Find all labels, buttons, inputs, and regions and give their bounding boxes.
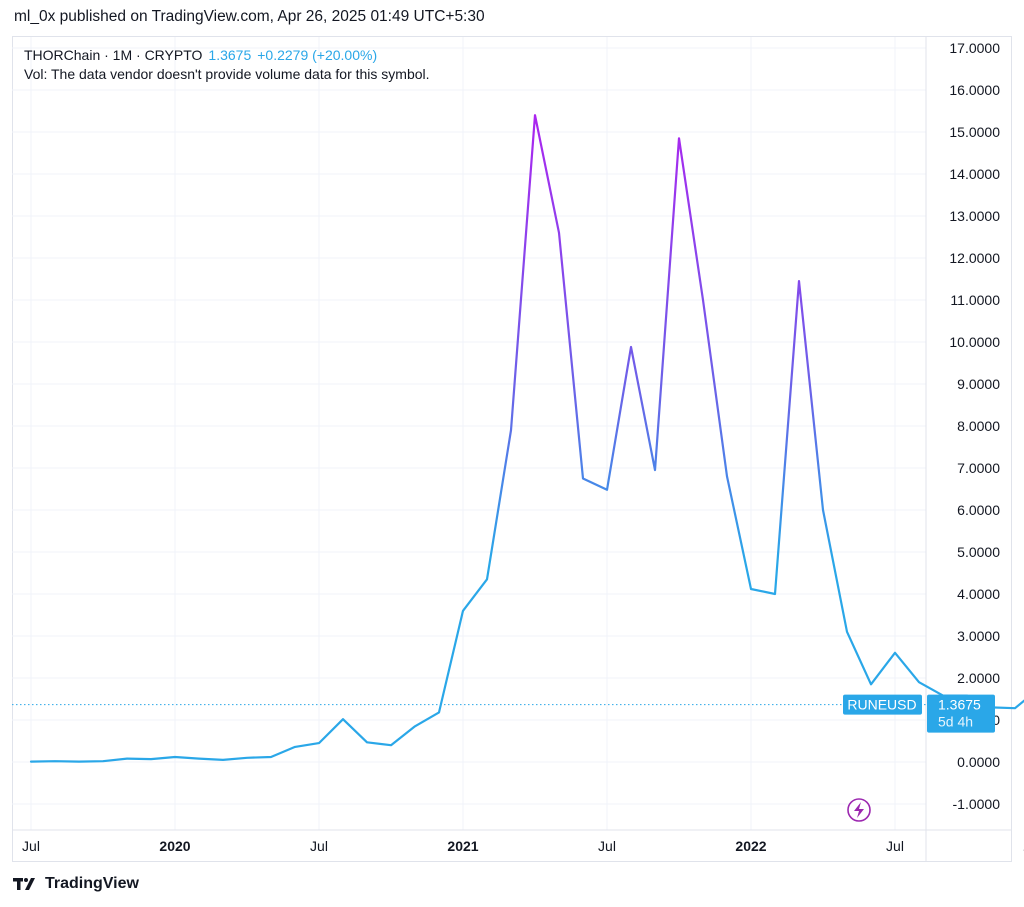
- y-tick-label: -1.0000: [953, 796, 1001, 812]
- data-point[interactable]: [581, 476, 586, 481]
- volume-note: Vol: The data vendor doesn't provide vol…: [24, 66, 430, 82]
- data-point[interactable]: [461, 608, 466, 613]
- legend-symbol[interactable]: THORChain · 1M · CRYPTO: [24, 47, 202, 63]
- data-point[interactable]: [53, 759, 58, 764]
- x-tick-label: 2022: [735, 838, 766, 854]
- footer-brand: TradingView: [45, 875, 139, 892]
- data-point[interactable]: [221, 757, 226, 762]
- price-chart[interactable]: -1.00000.00001.00002.00003.00004.00005.0…: [0, 0, 1024, 907]
- data-point[interactable]: [1013, 706, 1018, 711]
- data-point[interactable]: [701, 298, 706, 303]
- data-point[interactable]: [173, 755, 178, 760]
- x-tick-label: Jul: [310, 838, 328, 854]
- ticker-badge-label: RUNEUSD: [847, 697, 916, 713]
- x-tick-label: Jul: [886, 838, 904, 854]
- legend-change: +0.2279 (+20.00%): [257, 47, 378, 63]
- price-series-line[interactable]: [29, 114, 1024, 763]
- y-tick-label: 4.0000: [957, 586, 1000, 602]
- data-point[interactable]: [197, 756, 202, 761]
- data-point[interactable]: [533, 113, 538, 118]
- y-tick-label: 10.0000: [949, 334, 1000, 350]
- x-tick-label: 2021: [447, 838, 478, 854]
- data-point[interactable]: [773, 592, 778, 597]
- y-tick-label: 0.0000: [957, 754, 1000, 770]
- y-tick-label: 13.0000: [949, 208, 1000, 224]
- data-point[interactable]: [485, 577, 490, 582]
- y-tick-label: 8.0000: [957, 418, 1000, 434]
- legend-last-value: 1.3675: [208, 47, 252, 63]
- data-point[interactable]: [797, 279, 802, 284]
- y-tick-label: 17.0000: [949, 40, 1000, 56]
- price-badge-countdown: 5d 4h: [938, 714, 973, 730]
- data-point[interactable]: [245, 755, 250, 760]
- data-point[interactable]: [29, 759, 34, 764]
- data-point[interactable]: [149, 757, 154, 762]
- price-badge-value: 1.3675: [938, 697, 981, 713]
- data-point[interactable]: [917, 680, 922, 685]
- data-point[interactable]: [413, 724, 418, 729]
- data-point[interactable]: [269, 755, 274, 760]
- y-tick-label: 12.0000: [949, 250, 1000, 266]
- y-tick-label: 11.0000: [950, 292, 1000, 308]
- data-point[interactable]: [749, 587, 754, 592]
- data-point[interactable]: [605, 487, 610, 492]
- data-point[interactable]: [845, 629, 850, 634]
- x-tick-label: 2020: [159, 838, 190, 854]
- y-tick-label: 5.0000: [957, 544, 1000, 560]
- y-tick-label: 6.0000: [957, 502, 1000, 518]
- chart-legend: THORChain · 1M · CRYPTO 1.3675 +0.2279 (+2…: [24, 45, 377, 65]
- y-tick-label: 9.0000: [957, 376, 1000, 392]
- data-point[interactable]: [557, 230, 562, 235]
- data-point[interactable]: [365, 740, 370, 745]
- data-point[interactable]: [509, 428, 514, 433]
- data-point[interactable]: [629, 345, 634, 350]
- data-point[interactable]: [677, 136, 682, 141]
- data-point[interactable]: [389, 743, 394, 748]
- y-tick-label: 2.0000: [957, 670, 1000, 686]
- y-tick-label: 7.0000: [957, 460, 1000, 476]
- x-tick-label: Jul: [598, 838, 616, 854]
- y-tick-label: 3.0000: [957, 628, 1000, 644]
- y-tick-label: 14.0000: [949, 166, 1000, 182]
- data-point[interactable]: [293, 744, 298, 749]
- data-point[interactable]: [341, 717, 346, 722]
- data-point[interactable]: [101, 759, 106, 764]
- footer-logo[interactable]: TradingView: [13, 875, 139, 893]
- y-tick-label: 16.0000: [949, 82, 1000, 98]
- data-point[interactable]: [653, 468, 658, 473]
- data-point[interactable]: [869, 682, 874, 687]
- data-point[interactable]: [893, 650, 898, 655]
- data-point[interactable]: [125, 756, 130, 761]
- tradingview-logo-icon: [13, 878, 35, 890]
- data-point[interactable]: [821, 508, 826, 513]
- y-tick-label: 15.0000: [949, 124, 1000, 140]
- data-point[interactable]: [77, 759, 82, 764]
- data-point[interactable]: [317, 741, 322, 746]
- data-point[interactable]: [437, 710, 442, 715]
- x-tick-label: Jul: [22, 838, 40, 854]
- data-point[interactable]: [725, 474, 730, 479]
